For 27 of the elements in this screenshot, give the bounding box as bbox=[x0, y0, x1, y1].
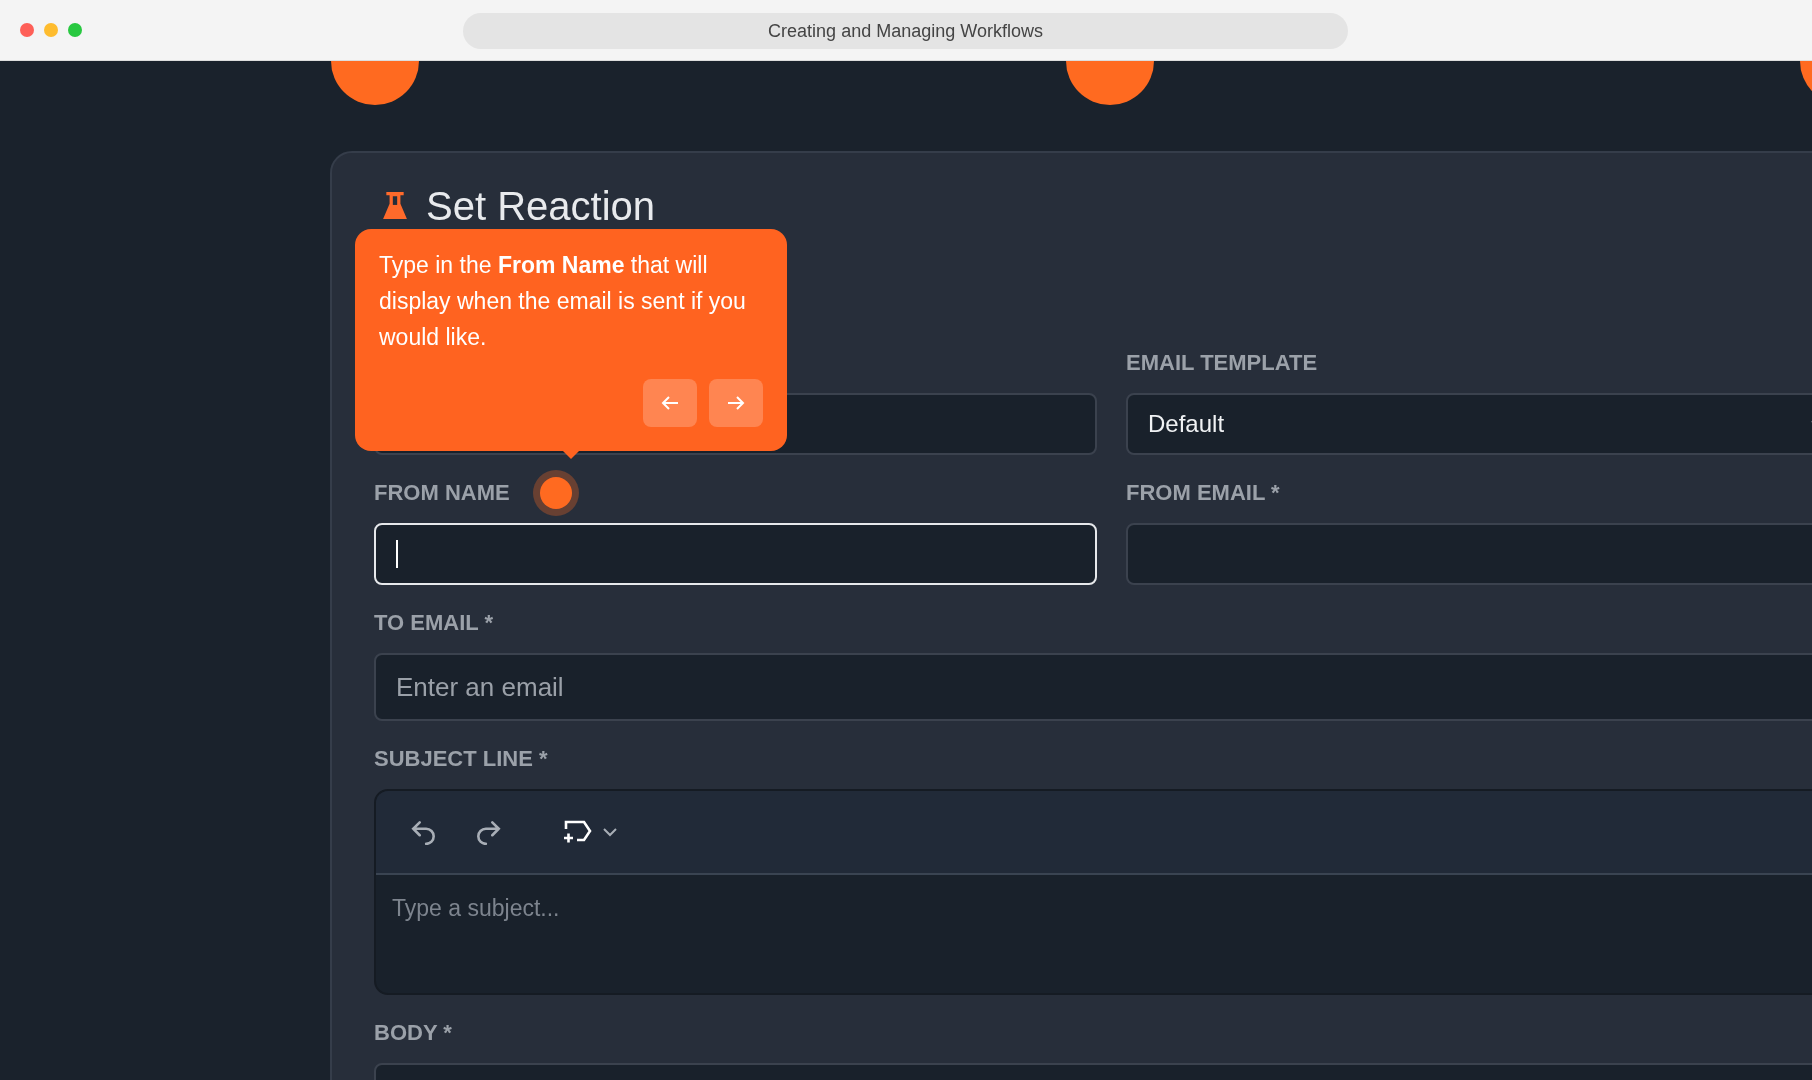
minimize-button[interactable] bbox=[44, 23, 58, 37]
field-label: TO EMAIL * bbox=[374, 610, 493, 636]
field-label: BODY * bbox=[374, 1020, 452, 1046]
field-label: FROM EMAIL * bbox=[1126, 480, 1280, 506]
text-cursor bbox=[396, 540, 398, 568]
field-label: SUBJECT LINE * bbox=[374, 746, 548, 772]
undo-icon[interactable] bbox=[410, 819, 438, 845]
previous-button[interactable] bbox=[643, 379, 697, 427]
dropdown[interactable]: Default bbox=[1126, 393, 1812, 455]
arrow-right-icon bbox=[726, 395, 746, 411]
arrow-left-icon bbox=[660, 395, 680, 411]
panel-title: Set Reaction bbox=[426, 185, 656, 227]
field-label: EMAIL TEMPLATE bbox=[1126, 350, 1318, 376]
tooltip-text: Type in the From Name that will display when the email is sent if you would like. bbox=[379, 251, 747, 352]
redo-icon[interactable] bbox=[474, 819, 502, 845]
maximize-button[interactable] bbox=[68, 23, 82, 37]
next-button[interactable] bbox=[709, 379, 763, 427]
window-title: Creating and Managing Workflows bbox=[463, 13, 1348, 49]
subject-field[interactable]: Type a subject... bbox=[376, 875, 1812, 993]
tag-plus-icon bbox=[562, 819, 594, 845]
chevron-down-icon bbox=[602, 827, 618, 837]
close-button[interactable] bbox=[20, 23, 34, 37]
input-field[interactable]: Enter an email bbox=[374, 653, 1812, 721]
hotspot-marker[interactable] bbox=[539, 477, 572, 509]
field-label: FROM NAME bbox=[374, 480, 510, 506]
insert-tag-button[interactable] bbox=[562, 819, 618, 845]
input-field[interactable] bbox=[1126, 523, 1812, 585]
